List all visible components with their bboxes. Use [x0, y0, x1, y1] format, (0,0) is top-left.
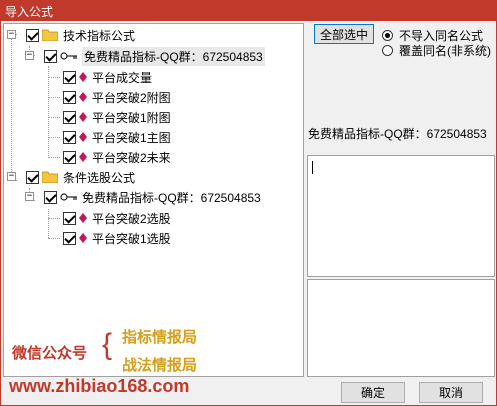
text-caret [312, 161, 313, 174]
formula-gem-icon [79, 72, 87, 82]
checkbox[interactable] [63, 130, 76, 144]
folder-icon [42, 29, 58, 41]
watermark-brace: { [102, 328, 113, 361]
tree-item[interactable]: 平台突破1主图 [63, 127, 171, 147]
tree-item[interactable]: 平台突破1选股 [63, 228, 171, 248]
radio-dot[interactable] [382, 45, 393, 56]
tree-item[interactable]: 平台突破1附图 [63, 107, 171, 127]
tree-item[interactable]: 平台突破2未来 [63, 147, 171, 167]
checkbox[interactable] [63, 90, 76, 104]
tree-group-free-indicators[interactable]: 免费精品指标-QQ群：672504853 [44, 187, 261, 207]
checkbox[interactable] [26, 170, 39, 184]
tree-item-label: 平台突破1主图 [92, 130, 171, 145]
key-icon [60, 52, 77, 60]
formula-description-box[interactable] [307, 155, 495, 277]
formula-gem-icon [79, 213, 87, 223]
formula-gem-icon [79, 92, 87, 102]
tree-item-label: 平台突破2未来 [92, 150, 171, 165]
watermark-url: www.zhibiao168.com [9, 376, 190, 396]
formula-preview-box[interactable] [307, 279, 495, 377]
radio-label: 覆盖同名(非系统) [399, 44, 491, 58]
checkbox[interactable] [63, 70, 76, 84]
checkbox[interactable] [63, 231, 76, 245]
formula-gem-icon [79, 233, 87, 243]
checkbox[interactable] [63, 110, 76, 124]
watermark-line2: 战法情报局 [122, 357, 198, 374]
select-all-button[interactable]: 全部选中 [314, 24, 374, 44]
formula-gem-icon [79, 132, 87, 142]
watermark-wechat: 微信公众号 [12, 345, 88, 362]
collapse-group1-toggle[interactable]: − [25, 51, 34, 60]
tree-group-label: 免费精品指标-QQ群：672504853 [82, 190, 261, 205]
collapse-root2-toggle[interactable]: − [7, 172, 16, 181]
folder-icon [42, 171, 58, 183]
selected-formula-label: 免费精品指标-QQ群：672504853 [308, 127, 487, 141]
cancel-button[interactable]: 取消 [419, 382, 483, 403]
tree-item-label: 平台突破2选股 [92, 211, 171, 226]
tree-root-technical[interactable]: 技术指标公式 [26, 25, 135, 45]
title-bar: 导入公式 [0, 0, 497, 21]
checkbox[interactable] [26, 28, 39, 42]
tree-item[interactable]: 平台成交量 [63, 67, 152, 87]
checkbox[interactable] [44, 190, 57, 204]
formula-gem-icon [79, 152, 87, 162]
watermark-line1: 指标情报局 [122, 329, 198, 346]
checkbox[interactable] [63, 150, 76, 164]
radio-overwrite[interactable]: 覆盖同名(非系统) [382, 42, 491, 59]
checkbox[interactable] [44, 49, 57, 63]
tree-item[interactable]: 平台突破2附图 [63, 87, 171, 107]
tree-item-label: 平台突破2附图 [92, 90, 171, 105]
tree-item[interactable]: 平台突破2选股 [63, 208, 171, 228]
tree-root-label: 技术指标公式 [63, 28, 136, 43]
tree-item-label: 平台成交量 [92, 70, 153, 85]
tree-group-label: 免费精品指标-QQ群：672504853 [82, 46, 265, 66]
tree-item-label: 平台突破1选股 [92, 231, 171, 246]
tree-root-screening[interactable]: 条件选股公式 [26, 167, 135, 187]
ok-button[interactable]: 确定 [341, 382, 405, 403]
checkbox[interactable] [63, 211, 76, 225]
formula-tree[interactable]: − 技术指标公式 − 免费精品指标-QQ群：672504853 平台成交量 平台… [3, 23, 304, 377]
tree-item-label: 平台突破1附图 [92, 110, 171, 125]
radio-dot[interactable] [382, 30, 393, 41]
formula-gem-icon [79, 112, 87, 122]
window-title: 导入公式 [5, 5, 54, 19]
dialog-body: − 技术指标公式 − 免费精品指标-QQ群：672504853 平台成交量 平台… [0, 21, 497, 406]
collapse-group2-toggle[interactable]: − [25, 192, 34, 201]
tree-group-free-indicators[interactable]: 免费精品指标-QQ群：672504853 [44, 46, 265, 66]
key-icon [60, 193, 77, 201]
tree-root-label: 条件选股公式 [63, 170, 136, 185]
collapse-root1-toggle[interactable]: − [7, 30, 16, 39]
